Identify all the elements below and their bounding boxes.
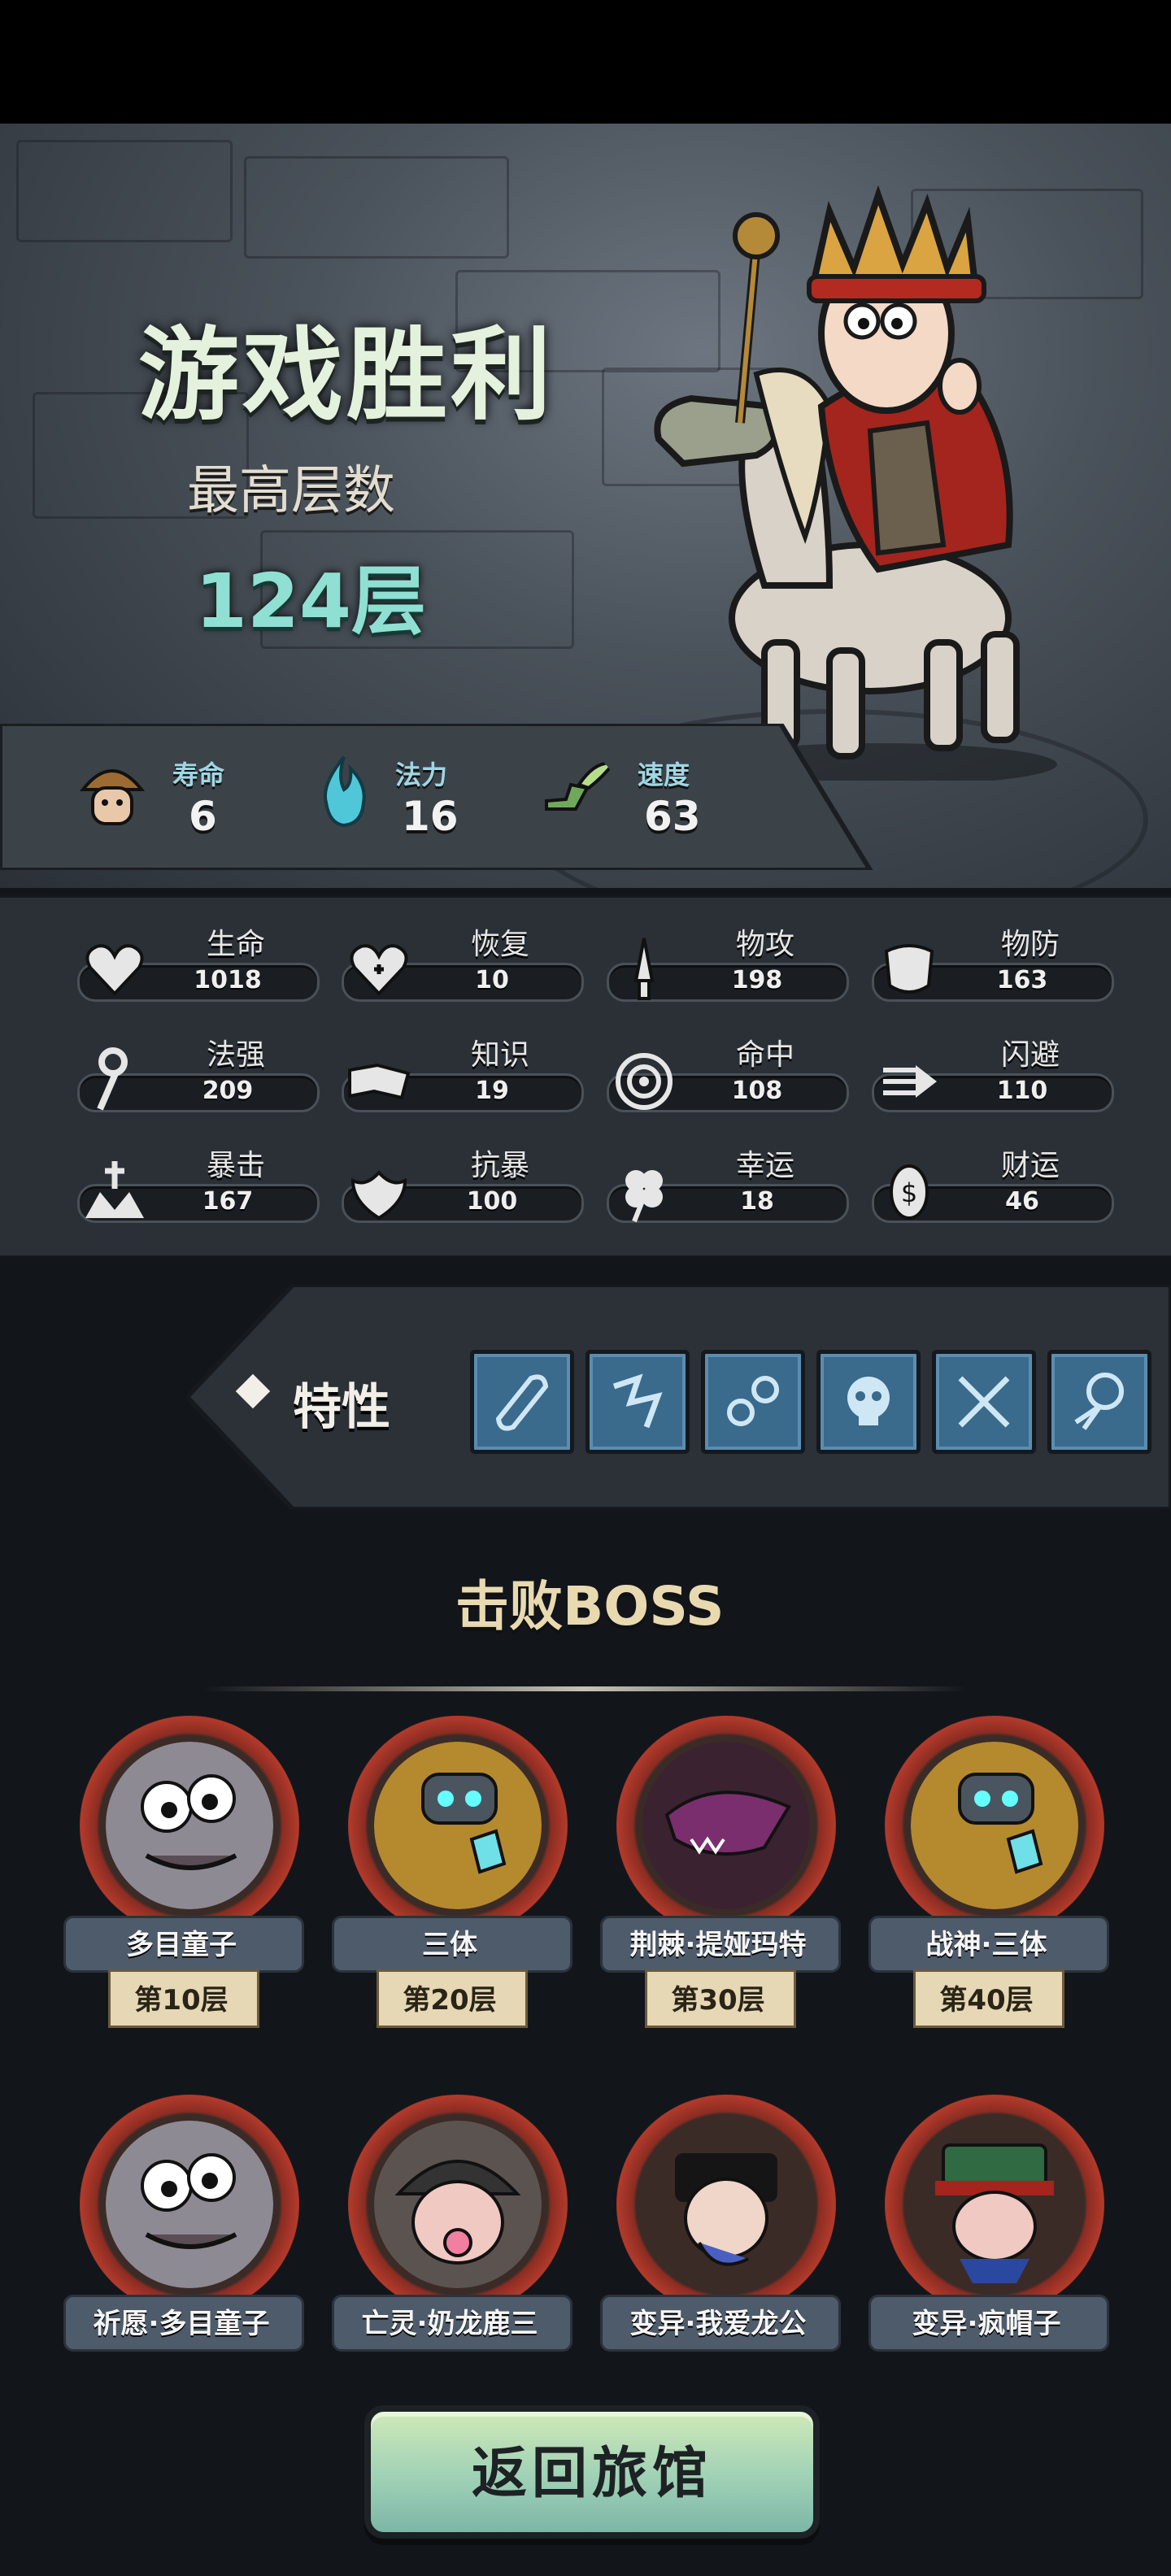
wish-many-eyed-boy-portrait-icon [106, 2121, 273, 2288]
tiamat-dragon-portrait-icon [642, 1742, 810, 1909]
max-floor-label: 最高层数 [187, 461, 395, 521]
svg-text:$: $ [901, 1177, 917, 1208]
stat-label: 暴击 [206, 1149, 265, 1182]
stat-phys-defense: 物防 163 [872, 920, 1116, 1002]
resource-label: 寿命 [172, 759, 225, 790]
top-black-band [0, 0, 1171, 124]
traits-label: 特性 [293, 1379, 390, 1436]
divider [203, 1686, 968, 1691]
stat-regen: 恢复 10 [342, 920, 586, 1002]
resource-value: 63 [644, 793, 701, 840]
stat-value: 110 [996, 1077, 1048, 1105]
stat-dodge: 闪避 110 [872, 1031, 1116, 1112]
stat-label: 物防 [1000, 928, 1060, 961]
stat-luck: 幸运 18 [607, 1142, 851, 1223]
resource-speed [538, 752, 616, 833]
boss-name: 战神·三体 [925, 1929, 1047, 1961]
boss-card[interactable]: 祈愿·多目童子 [63, 2095, 304, 2436]
boss-floor: 第10层 [134, 1984, 229, 2017]
many-eyed-boy-portrait-icon [106, 1742, 273, 1909]
shroom-face-icon [79, 769, 146, 825]
stat-value: 167 [202, 1187, 254, 1216]
trait-rune-icon[interactable] [586, 1350, 690, 1454]
stat-label: 生命 [206, 928, 265, 961]
stat-crit: 暴击 167 [77, 1142, 321, 1223]
resource-value: 16 [402, 793, 459, 840]
stat-value: 209 [202, 1077, 254, 1105]
stat-label: 知识 [470, 1038, 529, 1072]
boss-card[interactable]: 荆棘·提娅玛特 第30层 [600, 1716, 841, 2057]
stat-label: 幸运 [735, 1149, 794, 1182]
trait-skull-icon[interactable] [816, 1350, 921, 1454]
winged-boot-icon [545, 761, 616, 811]
stat-wealth: $ 财运 46 [872, 1142, 1116, 1223]
stat-hp: 生命 1018 [77, 920, 321, 1002]
resource-lifespan [73, 752, 151, 833]
boss-card[interactable]: 变异·我爱龙公 [600, 2095, 841, 2436]
monk-on-horse-character [654, 185, 1057, 781]
trait-swords-icon[interactable] [932, 1350, 1036, 1454]
boss-name: 变异·我爱龙公 [629, 2308, 807, 2340]
stat-label: 抗暴 [470, 1149, 529, 1182]
resource-value: 6 [189, 793, 217, 840]
boss-card[interactable]: 战神·三体 第40层 [868, 1716, 1109, 2057]
boss-card[interactable]: 变异·疯帽子 [868, 2095, 1109, 2436]
stat-label: 闪避 [1000, 1038, 1060, 1072]
boss-floor: 第30层 [671, 1984, 765, 2017]
stat-value: 198 [731, 966, 783, 994]
boss-name: 三体 [422, 1929, 477, 1961]
boss-name: 亡灵·奶龙鹿三 [361, 2308, 538, 2340]
victory-title: 游戏胜利 [138, 317, 555, 434]
mutant-mad-hatter-portrait-icon [911, 2121, 1078, 2288]
stat-label: 恢复 [470, 928, 529, 961]
stat-value: 1018 [194, 966, 262, 994]
stat-label: 命中 [735, 1038, 794, 1072]
stat-value: 46 [1005, 1187, 1039, 1216]
boss-card[interactable]: 亡灵·奶龙鹿三 [332, 2095, 572, 2436]
stat-hit: 命中 108 [607, 1031, 851, 1112]
boss-name: 多目童子 [126, 1929, 237, 1961]
boss-section-title: 击败BOSS [455, 1575, 725, 1638]
resource-label: 速度 [638, 759, 690, 790]
stat-value: 18 [740, 1187, 774, 1216]
three-body-robot-portrait-icon [374, 1742, 542, 1909]
max-floor-value: 124层 [195, 558, 427, 645]
stat-magic-power: 法强 209 [77, 1031, 321, 1112]
resource-mana [305, 752, 383, 833]
boss-name: 变异·疯帽子 [912, 2308, 1061, 2340]
stat-value: 163 [996, 966, 1048, 994]
stat-label: 财运 [1000, 1149, 1060, 1182]
boss-card[interactable]: 三体 第20层 [332, 1716, 572, 2057]
stat-knowledge: 知识 19 [342, 1031, 586, 1112]
trait-chain-icon[interactable] [701, 1350, 805, 1454]
return-to-inn-label[interactable]: 返回旅馆 [364, 2428, 820, 2509]
stat-crit-resist: 抗暴 100 [342, 1142, 586, 1223]
boss-floor: 第20层 [403, 1984, 497, 2017]
stat-phys-attack: 物攻 198 [607, 920, 851, 1002]
stat-label: 物攻 [735, 928, 794, 961]
stat-value: 100 [466, 1187, 518, 1216]
boss-name: 荆棘·提娅玛特 [629, 1929, 807, 1961]
mutant-dragon-lord-portrait-icon [642, 2121, 810, 2288]
stat-value: 10 [475, 966, 509, 994]
stat-value: 19 [475, 1077, 509, 1105]
trait-bird-icon[interactable] [1047, 1350, 1151, 1454]
trait-scroll-icon[interactable] [470, 1350, 574, 1454]
boss-name: 祈愿·多目童子 [93, 2308, 270, 2340]
boss-floor: 第40层 [939, 1984, 1034, 2017]
stat-value: 108 [731, 1077, 783, 1105]
undead-baby-portrait-icon [374, 2121, 542, 2288]
war-god-three-body-portrait-icon [911, 1742, 1078, 1909]
boss-card[interactable]: 多目童子 第10层 [63, 1716, 304, 2057]
blue-flame-icon [324, 755, 366, 828]
resource-label: 法力 [395, 759, 448, 790]
stat-label: 法强 [206, 1038, 265, 1072]
